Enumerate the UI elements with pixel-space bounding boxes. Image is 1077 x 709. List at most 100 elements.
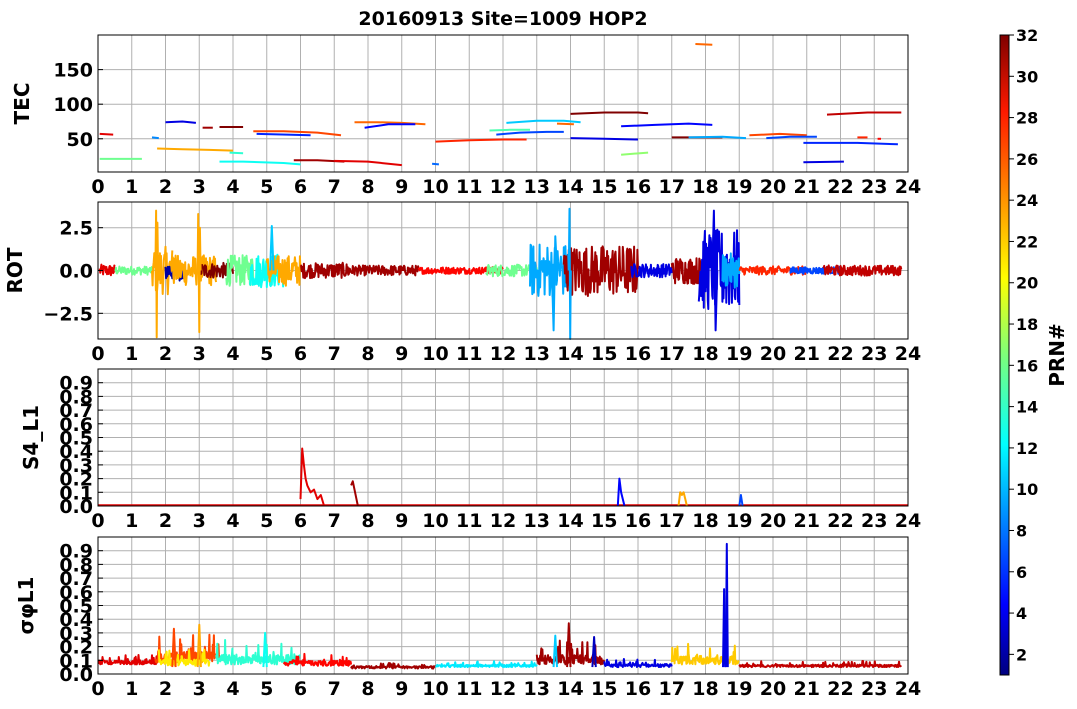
colorbar-tick-label: 26 (1016, 150, 1038, 169)
y-axis-label: TEC (10, 83, 34, 125)
figure: 20160913 Site=1009 HOP2 0 1 2 3 4 5 6 7 8 9 10 11 12… (3, 8, 1069, 700)
x-tick-label: 8 (361, 510, 374, 532)
x-tick-label: 19 (726, 176, 752, 198)
x-tick-label: 20 (760, 510, 786, 532)
x-tick-label: 22 (827, 343, 853, 365)
series-prn-32 (570, 111, 649, 115)
panel-2: 0 1 2 3 4 5 6 7 8 9 10 11 12 13 14 15 16 17 18 19 20 21 22 23 24… (3, 201, 921, 365)
x-tick-label: 24 (895, 176, 921, 198)
x-tick-label: 12 (490, 176, 516, 198)
series-prn-9 (151, 136, 159, 140)
x-tick-label: 8 (361, 176, 374, 198)
series-prn-30 (738, 660, 903, 669)
x-tick-label: 20 (760, 343, 786, 365)
x-tick-label: 6 (294, 510, 307, 532)
x-tick-label: 12 (490, 343, 516, 365)
series-prn-5 (364, 123, 416, 129)
series-prn-4 (803, 160, 844, 164)
x-tick-label: 3 (193, 510, 206, 532)
series-prn-23 (157, 147, 234, 152)
series-prn-11 (506, 119, 581, 124)
y-tick-label: 0.0 (59, 261, 93, 283)
colorbar-tick-label: 4 (1016, 604, 1027, 623)
x-tick-label: 21 (794, 678, 820, 700)
x-tick-label: 19 (726, 343, 752, 365)
y-tick-label: 0.9 (59, 373, 93, 395)
x-tick-label: 19 (726, 678, 752, 700)
x-tick-label: 0 (91, 678, 104, 700)
x-tick-label: 15 (591, 176, 617, 198)
x-tick-label: 14 (557, 510, 583, 532)
panels: 0 1 2 3 4 5 6 7 8 9 10 11 12 13 14 15 16 17 18 19 20 21 22 23 24… (3, 34, 921, 700)
colorbar-label: PRN# (1045, 323, 1069, 387)
series-group (98, 207, 903, 340)
x-tick-label: 4 (226, 343, 239, 365)
colorbar-ticks: 2468101214161820222426283032 (1009, 26, 1038, 664)
x-tick-label: 7 (328, 678, 341, 700)
series-prn-29 (299, 447, 326, 507)
x-tick-label: 16 (625, 343, 651, 365)
y-tick-label: 0.9 (59, 541, 93, 563)
x-tick-label: 16 (625, 510, 651, 532)
x-tick-label: 16 (625, 678, 651, 700)
x-tick-label: 5 (260, 678, 273, 700)
x-tick-label: 21 (794, 343, 820, 365)
x-tick-label: 18 (692, 343, 718, 365)
colorbar-tick-label: 14 (1016, 398, 1038, 417)
series-prn-31 (300, 261, 352, 280)
x-tick-label: 9 (395, 510, 408, 532)
x-tick-label: 13 (524, 678, 550, 700)
series-group (97, 542, 903, 670)
series-prn-14 (215, 639, 301, 666)
x-tick-label: 21 (794, 176, 820, 198)
y-axis-label: S4_L1 (19, 405, 43, 470)
series-prn-26 (749, 132, 807, 137)
x-tick-label: 21 (794, 510, 820, 532)
spike-prn-23 (154, 209, 160, 339)
colorbar-tick-label: 18 (1016, 315, 1038, 334)
colorbar-gradient (999, 34, 1010, 676)
x-tick-label: 11 (456, 343, 482, 365)
x-tick-label: 15 (591, 510, 617, 532)
x-tick-label: 9 (395, 176, 408, 198)
x-tick-label: 2 (159, 176, 172, 198)
x-tick-label: 6 (294, 176, 307, 198)
series-prn-31 (350, 264, 420, 277)
x-tick-label: 18 (692, 176, 718, 198)
x-tick-label: 23 (861, 176, 887, 198)
x-tick-label: 22 (827, 510, 853, 532)
series-prn-27 (435, 138, 527, 143)
colorbar: 2468101214161820222426283032 PRN# (999, 26, 1069, 676)
colorbar-tick-label: 6 (1016, 563, 1027, 582)
x-tick-label: 10 (422, 343, 448, 365)
x-tick-label: 14 (557, 678, 583, 700)
spike-prn-10 (567, 207, 572, 340)
x-tick-label: 12 (490, 510, 516, 532)
x-tick-label: 2 (159, 343, 172, 365)
x-tick-label: 2 (159, 678, 172, 700)
spike-prn-23 (196, 213, 202, 334)
colorbar-tick-label: 32 (1016, 26, 1038, 45)
x-tick-label: 1 (125, 510, 138, 532)
x-tick-label: 17 (659, 510, 685, 532)
series-prn-14 (229, 151, 244, 155)
colorbar-tick-label: 2 (1016, 645, 1027, 664)
series-prn-4 (165, 120, 197, 124)
x-tick-label: 4 (226, 678, 239, 700)
x-tick-label: 18 (692, 510, 718, 532)
colorbar-tick-label: 16 (1016, 356, 1038, 375)
series-prn-8 (431, 162, 440, 166)
x-tick-label: 17 (659, 678, 685, 700)
x-tick-label: 4 (226, 510, 239, 532)
x-tick-label: 4 (226, 176, 239, 198)
series-prn-6 (803, 141, 898, 146)
x-tick-label: 15 (591, 343, 617, 365)
series-prn-31 (350, 662, 436, 670)
y-tick-label: −2.5 (43, 303, 93, 325)
series-prn-25 (695, 43, 713, 46)
spike-prn-4 (724, 542, 729, 668)
x-tick-label: 17 (659, 343, 685, 365)
series-prn-29 (98, 263, 116, 277)
x-tick-label: 11 (456, 678, 482, 700)
y-axis-label: ROT (3, 247, 27, 293)
